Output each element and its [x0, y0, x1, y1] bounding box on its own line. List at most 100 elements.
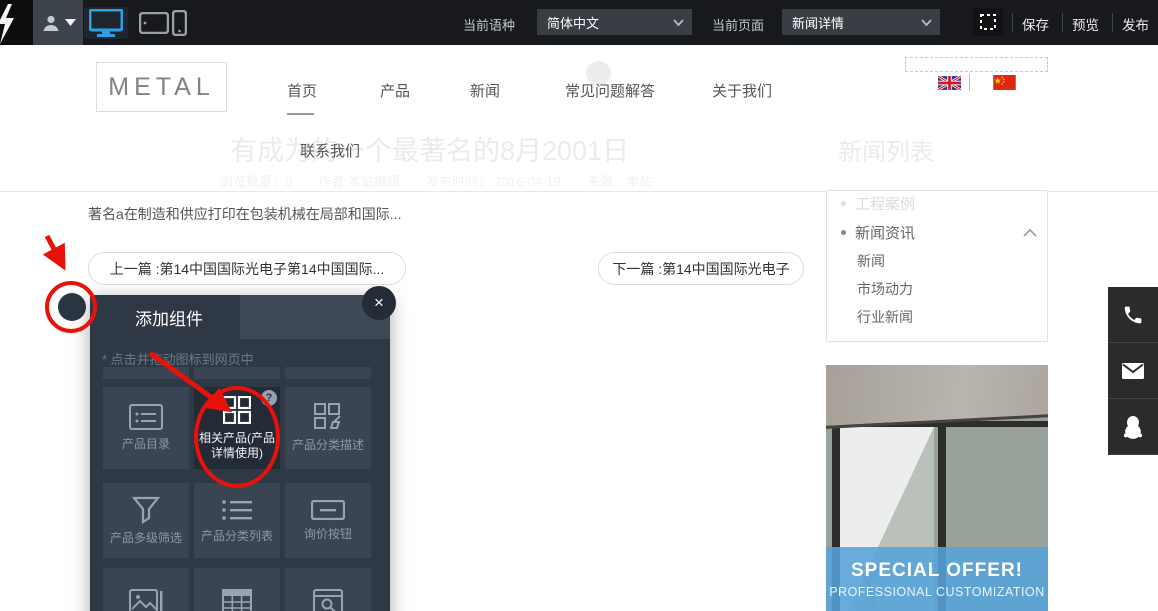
- china-flag-icon[interactable]: [993, 75, 1016, 90]
- nav-about[interactable]: 关于我们: [712, 80, 772, 101]
- page-select[interactable]: 新闻详情: [782, 9, 940, 35]
- publish-button[interactable]: 发布: [1122, 14, 1149, 34]
- meta-source: 来源：本站: [587, 171, 652, 190]
- table-icon: [222, 589, 252, 611]
- sidebar-item-label: 工程案例: [855, 193, 915, 214]
- tile-table-component[interactable]: [194, 568, 280, 611]
- sidebar-item-news-info[interactable]: 新闻资讯: [841, 222, 915, 243]
- bullet-icon: [841, 230, 846, 235]
- phone-contact-button[interactable]: [1108, 287, 1158, 343]
- tile-label: 产品分类描述: [290, 438, 366, 453]
- tile-image-component[interactable]: [103, 568, 189, 611]
- meta-author: 作者:本站编辑: [318, 171, 400, 190]
- save-button[interactable]: 保存: [1022, 14, 1049, 34]
- article-title: 有成为的一个最著名的8月2001日: [230, 129, 629, 168]
- editor-toolbar: 当前语种 简体中文 当前页面 新闻详情 保存 预览 发布: [0, 0, 1158, 45]
- tile-label: 相关产品(产品详情使用): [194, 431, 280, 461]
- language-value: 简体中文: [547, 13, 599, 32]
- next-article-button[interactable]: 下一篇 :第14中国国际光电子: [598, 252, 804, 285]
- component-tile-partial[interactable]: [194, 367, 280, 379]
- envelope-icon: [1121, 362, 1145, 380]
- preview-button[interactable]: 预览: [1072, 14, 1099, 34]
- inquiry-button-icon: [311, 500, 345, 520]
- chevron-down-icon: [673, 19, 684, 26]
- email-contact-button[interactable]: [1108, 343, 1158, 399]
- sidebar-item-label: 新闻资讯: [855, 222, 915, 243]
- desktop-icon: [89, 9, 123, 37]
- nav-home[interactable]: 首页: [287, 80, 317, 101]
- tile-label: 产品分类列表: [199, 529, 275, 544]
- multi-filter-icon: [132, 496, 160, 524]
- nav-faq[interactable]: 常见问题解答: [565, 80, 655, 101]
- nav-contact[interactable]: 联系我们: [300, 140, 360, 161]
- nav-active-underline: [287, 113, 314, 115]
- tile-related-products[interactable]: ? 相关产品(产品详情使用): [194, 387, 280, 469]
- search-window-icon: [313, 589, 343, 611]
- language-label: 当前语种: [463, 15, 515, 34]
- tile-label: 产品多级筛选: [108, 531, 184, 546]
- tile-category-list[interactable]: 产品分类列表: [194, 483, 280, 558]
- grid-select-button[interactable]: [973, 8, 1003, 36]
- promo-banner[interactable]: SPECIAL OFFER! PROFESSIONAL CUSTOMIZATIO…: [826, 365, 1048, 611]
- contact-dock: [1108, 287, 1158, 455]
- tile-label: 询价按钮: [302, 527, 354, 542]
- builder-logo: [0, 0, 33, 45]
- component-tile-partial[interactable]: [103, 367, 189, 379]
- tile-multi-filter[interactable]: 产品多级筛选: [103, 483, 189, 558]
- close-icon[interactable]: ×: [362, 286, 396, 320]
- tablet-icon: [139, 12, 169, 34]
- chevron-up-icon[interactable]: [1023, 228, 1037, 237]
- tile-search-component[interactable]: [285, 568, 371, 611]
- page-label: 当前页面: [712, 15, 764, 34]
- uk-flag-icon[interactable]: [938, 76, 961, 90]
- promo-subline: PROFESSIONAL CUSTOMIZATION: [829, 585, 1045, 599]
- user-icon: [41, 13, 61, 33]
- promo-headline: SPECIAL OFFER!: [851, 560, 1023, 582]
- sidebar-subitem-industry[interactable]: 行业新闻: [857, 307, 913, 327]
- sidebar-item-cases[interactable]: 工程案例: [841, 193, 915, 214]
- concrete-ceiling: [826, 365, 1048, 429]
- language-select[interactable]: 简体中文: [537, 9, 692, 35]
- sidebar-subitem-market[interactable]: 市场动力: [857, 279, 913, 299]
- component-drag-handle[interactable]: [58, 293, 86, 321]
- news-list-title: 新闻列表: [838, 132, 934, 167]
- user-menu[interactable]: [33, 0, 83, 45]
- category-description-icon: [314, 403, 342, 431]
- component-tile-partial[interactable]: [285, 367, 371, 379]
- chevron-down-icon: [921, 19, 932, 26]
- image-icon: [129, 589, 163, 611]
- article-excerpt: 著名a在制造和供应打印在包装机械在局部和国际...: [88, 204, 401, 224]
- article-meta: 浏览数量：0 作者:本站编辑 发布时间： 2016-04-19 来源：本站: [220, 171, 652, 190]
- qq-contact-button[interactable]: [1108, 399, 1158, 455]
- page-value: 新闻详情: [792, 13, 844, 32]
- tile-inquiry-button[interactable]: 询价按钮: [285, 483, 371, 558]
- panel-hint: * 点击并拖动图标到网页中: [102, 349, 254, 368]
- meta-date: 发布时间： 2016-04-19: [426, 171, 561, 190]
- tile-category-description[interactable]: 产品分类描述: [285, 387, 371, 469]
- bullet-icon: [841, 201, 846, 206]
- nav-news[interactable]: 新闻: [470, 80, 500, 101]
- category-list-icon: [221, 498, 253, 522]
- meta-views: 浏览数量：0: [220, 171, 292, 190]
- help-icon[interactable]: ?: [261, 390, 277, 406]
- add-component-panel: 添加组件 × * 点击并拖动图标到网页中 产品目录 ? 相关产品(产品详情使用)…: [90, 295, 390, 611]
- desktop-view-button[interactable]: [84, 7, 128, 39]
- annotation-arrow-handle: [47, 236, 62, 264]
- divider: [1062, 13, 1063, 32]
- prev-article-button[interactable]: 上一篇 :第14中国国际光电子第14中国国际...: [88, 252, 406, 285]
- chevron-down-icon: [65, 19, 76, 26]
- editor-screen: 当前语种 简体中文 当前页面 新闻详情 保存 预览 发布 有成为的一个最著名的8…: [0, 0, 1158, 611]
- qq-penguin-icon: [1122, 415, 1144, 439]
- related-products-icon: [223, 396, 251, 424]
- divider: [1112, 13, 1113, 32]
- site-logo[interactable]: METAL: [96, 62, 227, 112]
- divider: [1012, 13, 1013, 32]
- tile-product-catalog[interactable]: 产品目录: [103, 387, 189, 469]
- dashed-placeholder: [905, 57, 1048, 72]
- mobile-view-button[interactable]: [166, 7, 192, 39]
- sidebar-subitem-news[interactable]: 新闻: [857, 251, 885, 271]
- nav-products[interactable]: 产品: [380, 80, 410, 101]
- add-component-tab[interactable]: 添加组件: [90, 295, 240, 339]
- dashed-square-icon: [979, 13, 997, 31]
- mobile-icon: [172, 10, 187, 36]
